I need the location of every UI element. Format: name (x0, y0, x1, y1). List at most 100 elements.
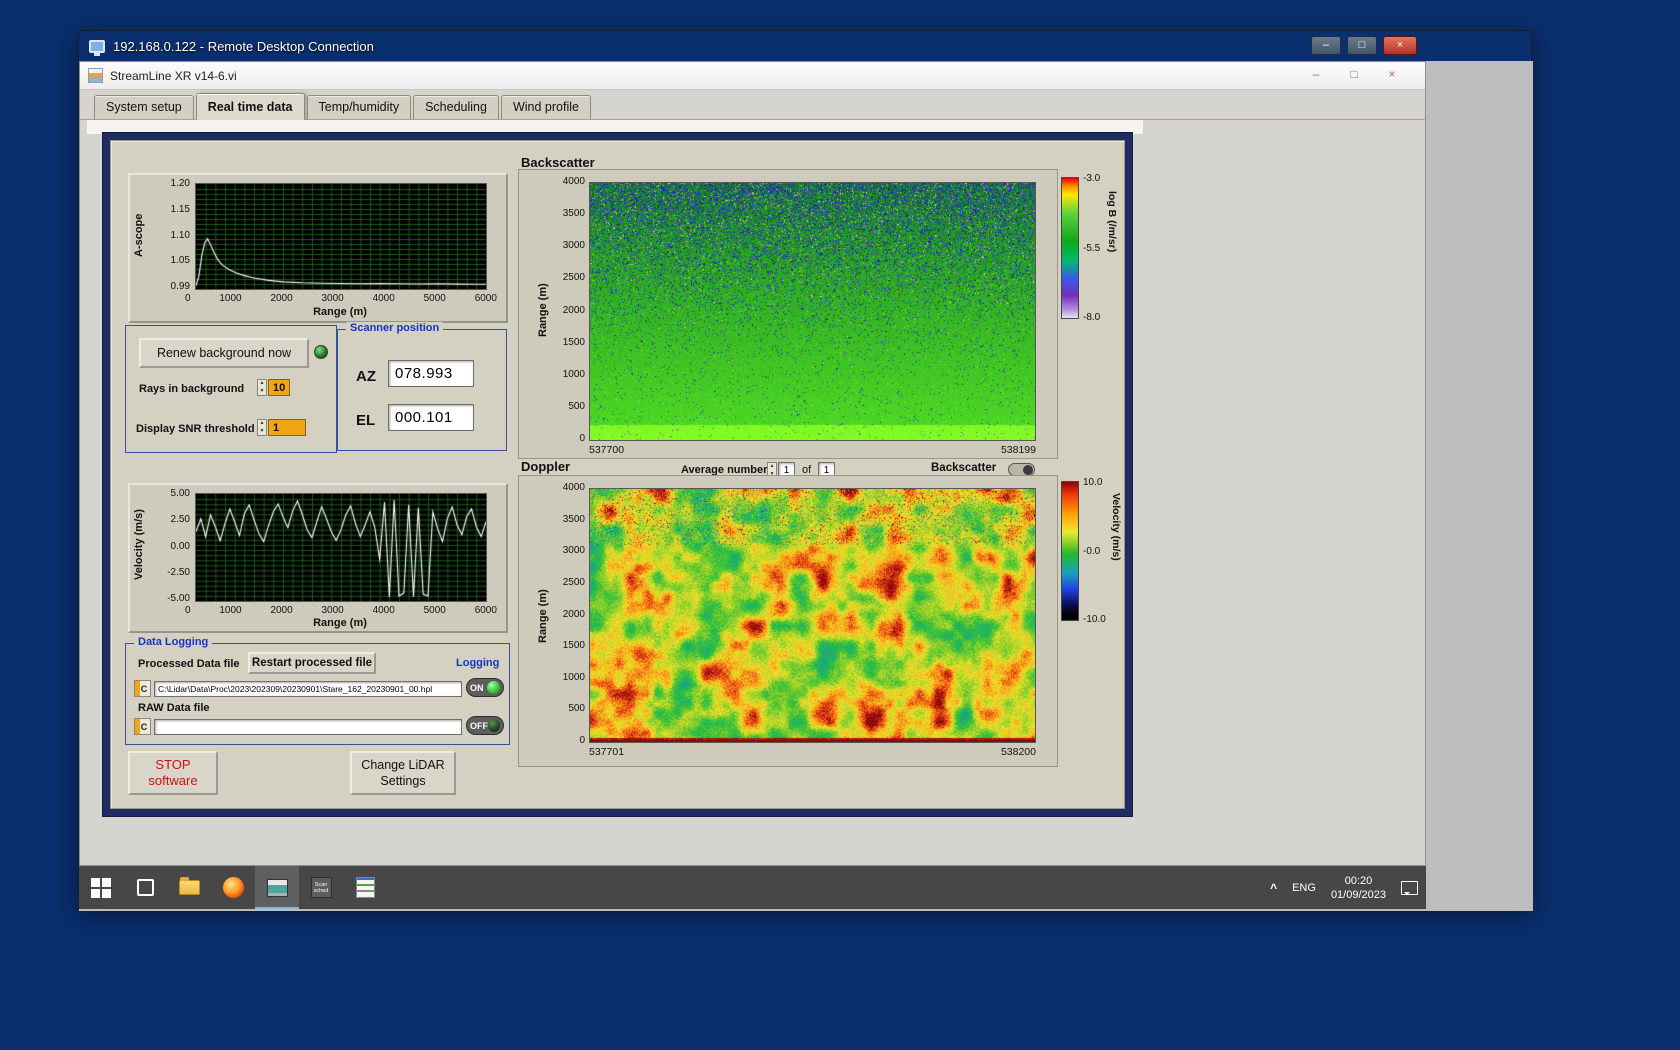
raw-path-field[interactable] (154, 719, 462, 735)
doppler-plot (589, 488, 1036, 743)
change-line1: Change LiDAR (361, 758, 445, 772)
clock-time: 00:20 (1344, 874, 1373, 887)
remote-desktop-icon (89, 39, 105, 56)
tray-chevron-icon[interactable]: ^ (1270, 881, 1277, 895)
tab-wind-profile[interactable]: Wind profile (500, 95, 591, 119)
tick-label: 0.99 (170, 281, 190, 292)
processed-logging-toggle[interactable]: ON (466, 678, 504, 697)
tick-label: 0 (185, 293, 191, 304)
language-indicator[interactable]: ENG (1292, 882, 1316, 894)
app-restore-button[interactable]: □ (1340, 65, 1368, 85)
tick-label: 2500 (562, 272, 585, 284)
firefox-button[interactable] (211, 866, 255, 909)
tick-label: 4000 (372, 293, 395, 304)
az-label: AZ (356, 368, 376, 385)
app-window-icon (266, 878, 288, 897)
scan-scheduler-button[interactable]: Scan sched (299, 866, 343, 909)
firefox-icon (222, 877, 244, 898)
tick-label: 0 (185, 605, 191, 616)
rdp-title: 192.168.0.122 - Remote Desktop Connectio… (113, 38, 374, 54)
rays-spinner[interactable]: ▲ ▼ (257, 379, 267, 396)
tick-label: 0 (579, 735, 585, 746)
backscatter-toggle-label: Backscatter (931, 462, 997, 474)
tick-label: 500 (568, 703, 585, 715)
clock-date: 01/09/2023 (1330, 888, 1386, 901)
tick-label: 1500 (562, 640, 585, 652)
stop-line1: STOP (155, 757, 191, 772)
restart-processed-file-button[interactable]: Restart processed file (248, 652, 376, 674)
rdp-client-area: StreamLine XR v14-6.vi – □ × System setu… (79, 61, 1533, 911)
processed-drive-icon[interactable]: C (134, 680, 151, 697)
rdp-maximize-button[interactable]: □ (1347, 36, 1377, 55)
app-minimize-button[interactable]: – (1302, 65, 1330, 85)
raw-drive-icon[interactable]: C (134, 718, 151, 735)
rays-value-field[interactable]: 10 (268, 379, 290, 396)
tick-label: 1000 (219, 293, 242, 304)
tick-label: 2000 (562, 608, 585, 620)
velocity-xlabel: Range (m) (313, 617, 367, 629)
rays-in-background-label: Rays in background (139, 383, 245, 395)
toggle-knob (487, 681, 500, 694)
document-app-button[interactable] (343, 866, 387, 909)
processed-path-field[interactable]: C:\Lidar\Data\Proc\2023\202309\20230901\… (154, 681, 462, 697)
scan-icon-text: sched (313, 887, 329, 894)
velocity-ylabel: Velocity (m/s) (133, 509, 145, 581)
tick-label: 3500 (562, 208, 585, 220)
rdp-window: 192.168.0.122 - Remote Desktop Connectio… (78, 30, 1533, 911)
taskbar-clock[interactable]: 00:20 01/09/2023 (1331, 874, 1386, 902)
tick-label: 2500 (562, 576, 585, 588)
start-button[interactable] (79, 866, 123, 909)
rdp-minimize-button[interactable]: – (1311, 36, 1341, 55)
taskbar: Scan sched ^ ENG 00:20 01/09/2023 (79, 866, 1426, 909)
tick-label: 0.00 (170, 540, 190, 552)
snr-spinner[interactable]: ▲ ▼ (257, 419, 267, 436)
background-led (314, 345, 328, 359)
tick-label: 1000 (562, 671, 585, 683)
raw-logging-toggle[interactable]: OFF (466, 716, 504, 735)
document-icon (355, 877, 375, 898)
rdp-close-button[interactable]: × (1383, 36, 1417, 55)
snr-value-field[interactable]: 1 (268, 419, 306, 436)
tick-label: 2000 (270, 293, 293, 304)
off-label: OFF (470, 720, 488, 731)
tick-label: 5000 (423, 293, 446, 304)
app-titlebar[interactable]: StreamLine XR v14-6.vi – □ × (80, 62, 1425, 90)
backscatter-x-end: 538199 (1000, 444, 1036, 456)
tick-label: 2.50 (170, 514, 190, 526)
app-close-button[interactable]: × (1378, 65, 1406, 85)
tick-label: 4000 (562, 176, 585, 187)
data-logging-box: Data Logging Processed Data file Restart… (125, 636, 510, 745)
tick-label: 1.10 (170, 229, 190, 241)
streamline-app-button[interactable] (255, 866, 299, 909)
tick-label: 1000 (219, 605, 242, 616)
az-value-field: 078.993 (388, 360, 474, 387)
tab-scheduling[interactable]: Scheduling (413, 95, 499, 119)
change-lidar-settings-button[interactable]: Change LiDAR Settings (350, 751, 456, 795)
desktop: 192.168.0.122 - Remote Desktop Connectio… (0, 0, 1680, 1050)
ascope-ylabel: A-scope (133, 213, 145, 257)
tab-real-time-data[interactable]: Real time data (195, 93, 305, 120)
tick-label: 4000 (562, 482, 585, 493)
change-line2: Settings (380, 774, 426, 788)
stop-software-button[interactable]: STOP software (128, 751, 218, 795)
notification-center-icon[interactable] (1401, 880, 1418, 895)
tab-system-setup[interactable]: System setup (94, 95, 194, 119)
task-view-button[interactable] (123, 866, 167, 909)
renew-background-button[interactable]: Renew background now (139, 338, 309, 368)
on-label: ON (470, 682, 484, 693)
file-explorer-button[interactable] (167, 866, 211, 909)
velocity-plot (195, 493, 487, 602)
tick-label: -2.50 (167, 566, 190, 578)
tick-label: 1.20 (170, 178, 190, 189)
system-tray: ^ ENG 00:20 01/09/2023 (1270, 866, 1418, 909)
rdp-titlebar[interactable]: 192.168.0.122 - Remote Desktop Connectio… (79, 31, 1531, 61)
tick-label: -3.0 (1083, 173, 1101, 184)
tick-label: 3000 (321, 293, 344, 304)
windows-logo-icon (91, 877, 111, 898)
tab-temp-humidity[interactable]: Temp/humidity (306, 95, 412, 119)
doppler-ylabel: Range (m) (537, 589, 549, 643)
toggle-knob (1023, 464, 1033, 475)
backscatter-colorbar-label: log B (/m/sr) (1106, 191, 1118, 253)
backscatter-ylabel: Range (m) (537, 283, 549, 337)
tick-label: 3000 (562, 545, 585, 557)
